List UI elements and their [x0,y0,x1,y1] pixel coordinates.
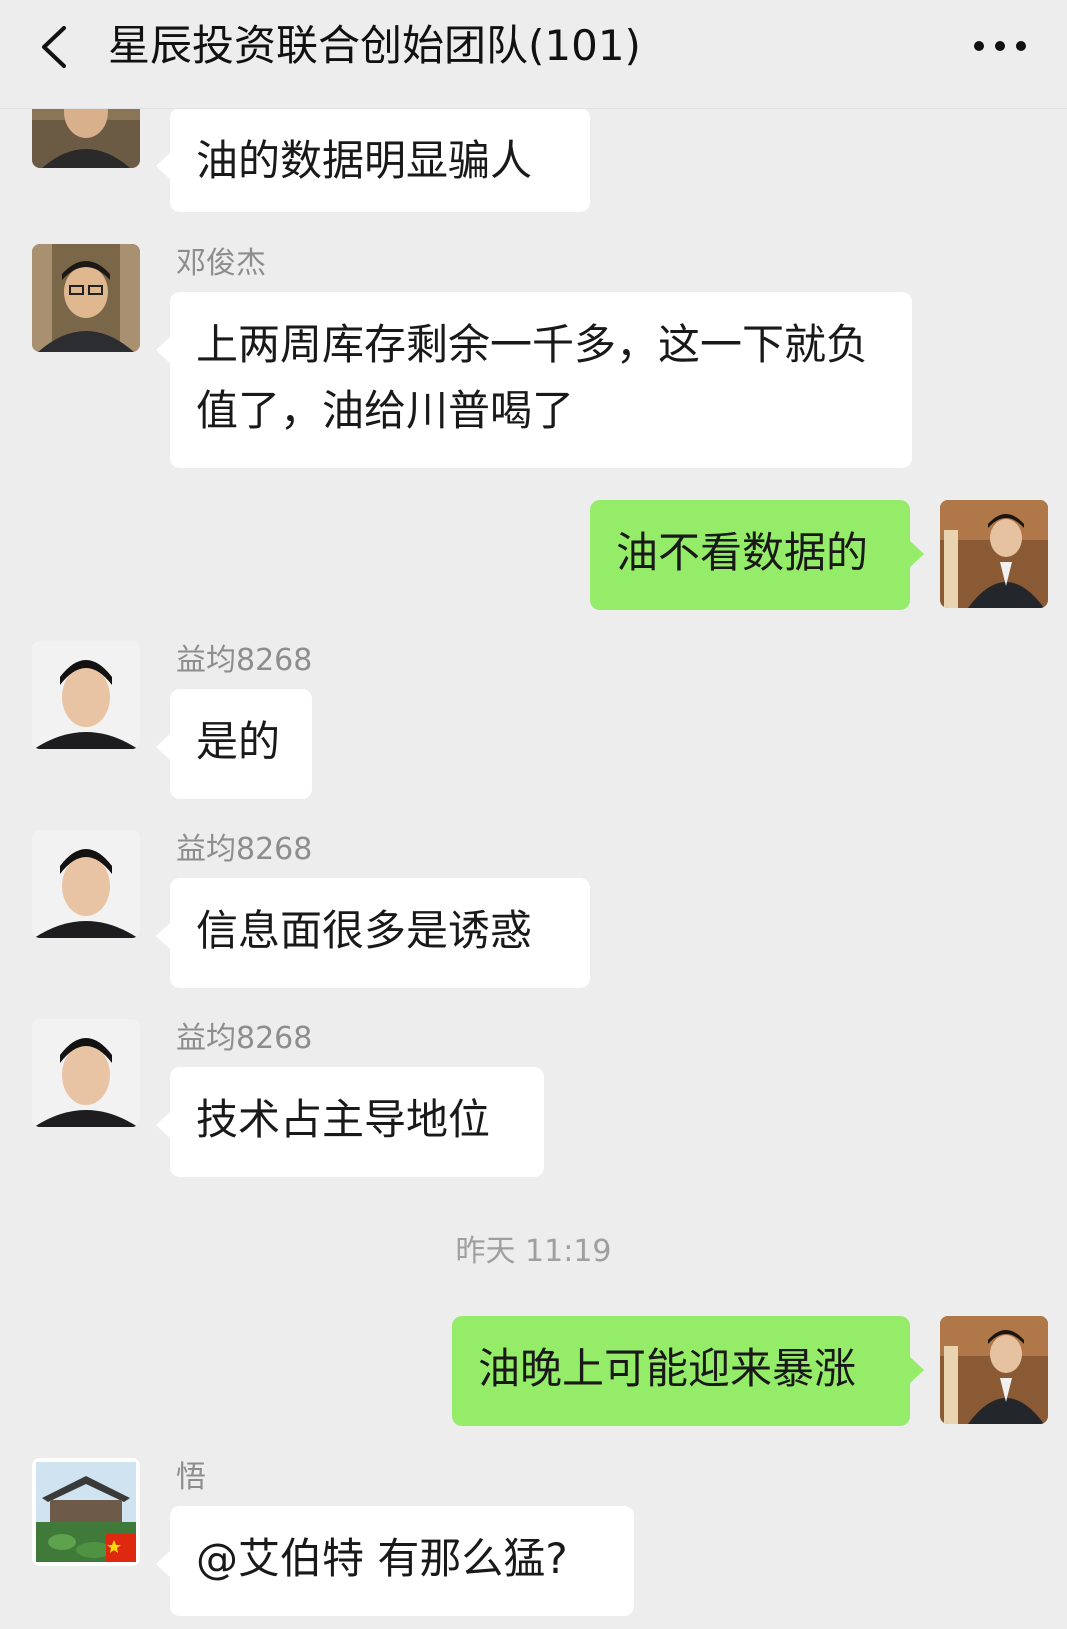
timestamp: 昨天 11:19 [455,1234,612,1269]
message-text: 是的 [196,717,281,766]
message-text: 油晚上可能迎来暴涨 [478,1344,857,1393]
sender-name: 益均8268 [176,1021,313,1056]
message-bubble[interactable]: @艾伯特 有那么猛? [156,1506,634,1616]
chevron-left-icon [42,26,66,68]
back-button[interactable] [34,22,74,72]
more-dots-icon [974,41,1026,51]
message-bubble[interactable]: 技术占主导地位 [156,1067,544,1177]
avatar[interactable] [32,1458,140,1566]
chat-header: 星辰投资联合创始团队(101) [0,0,1067,109]
message-text: 信息面很多是诱惑 [196,906,533,955]
message-bubble[interactable]: 信息面很多是诱惑 [156,878,590,988]
avatar[interactable] [32,830,140,938]
avatar[interactable] [32,641,140,749]
sender-name: 益均8268 [176,643,313,678]
message-text: 油不看数据的 [616,528,869,577]
message-bubble[interactable]: 是的 [156,689,312,799]
message-bubble[interactable]: 上两周库存剩余一千多，这一下就负值了，油给川普喝了 [156,292,912,468]
message-text: 技术占主导地位 [196,1095,491,1144]
chat-title: 星辰投资联合创始团队(101) [108,21,641,70]
message-bubble[interactable]: 油的数据明显骗人 [156,108,590,212]
avatar[interactable] [32,1019,140,1127]
message-bubble[interactable]: 油晚上可能迎来暴涨 [452,1316,924,1426]
message-text: @艾伯特 有那么猛? [196,1534,568,1583]
message-list[interactable]: 油的数据明显骗人 邓俊杰 上两周库存剩余一千多，这一下就负值了，油给川普喝了 油… [0,0,1067,1629]
message-text: 油的数据明显骗人 [196,136,533,185]
avatar[interactable] [940,1316,1048,1424]
sender-name: 悟 [176,1460,206,1495]
message-bubble[interactable]: 油不看数据的 [590,500,924,610]
sender-name: 邓俊杰 [176,246,266,281]
sender-name: 益均8268 [176,832,313,867]
message-text: 上两周库存剩余一千多，这一下就负值了，油给川普喝了 [196,320,869,435]
more-button[interactable] [969,28,1031,64]
avatar[interactable] [940,500,1048,608]
avatar[interactable] [32,244,140,352]
